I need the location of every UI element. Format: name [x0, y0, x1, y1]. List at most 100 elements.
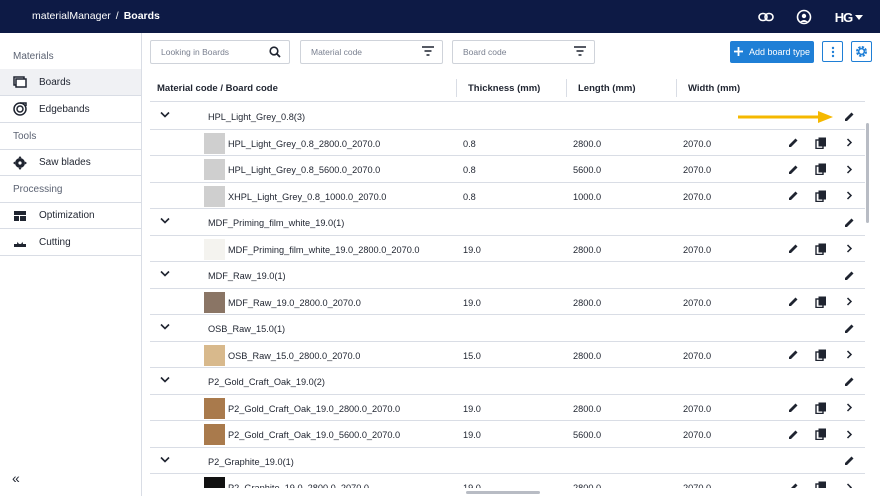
board-row[interactable]: P2_Gold_Craft_Oak_19.0_2800.0_2070.0 19.0… — [150, 395, 865, 421]
thickness-value: 19.0 — [463, 244, 481, 255]
edit-icon[interactable] — [786, 136, 800, 150]
chevron-down-icon[interactable] — [160, 322, 170, 332]
material-code-filter[interactable]: Material code — [300, 40, 443, 64]
horizontal-scroll-thumb[interactable] — [466, 491, 540, 494]
column-header-width[interactable]: Width (mm) — [688, 83, 740, 94]
edgeband-icon — [13, 102, 27, 116]
edit-icon[interactable] — [786, 427, 800, 441]
copy-icon[interactable] — [814, 427, 828, 441]
copy-icon[interactable] — [814, 295, 828, 309]
chevron-right-icon[interactable] — [842, 189, 856, 203]
more-options-button[interactable] — [822, 41, 843, 62]
horizontal-scrollbar[interactable] — [150, 488, 865, 496]
group-name: OSB_Raw_15.0(1) — [208, 324, 286, 334]
copy-icon[interactable] — [814, 189, 828, 203]
filter-icon[interactable] — [422, 46, 434, 58]
collapse-sidebar-button[interactable]: « — [12, 470, 20, 486]
board-code-filter[interactable]: Board code — [452, 40, 595, 64]
search-input[interactable]: Looking in Boards — [150, 40, 290, 64]
column-header-thickness[interactable]: Thickness (mm) — [468, 83, 540, 94]
group-name: MDF_Raw_19.0(1) — [208, 271, 286, 281]
thickness-value: 19.0 — [463, 403, 481, 414]
chevron-right-icon[interactable] — [842, 162, 856, 176]
group-row[interactable]: MDF_Priming_film_white_19.0(1) — [150, 209, 865, 236]
sidebar-item-label: Saw blades — [39, 157, 91, 168]
group-row[interactable]: P2_Graphite_19.0(1) — [150, 448, 865, 474]
breadcrumb-app[interactable]: materialManager — [32, 10, 111, 22]
board-row[interactable]: MDF_Priming_film_white_19.0_2800.0_2070.… — [150, 236, 865, 262]
board-row[interactable]: XHPL_Light_Grey_0.8_1000.0_2070.0 0.8 1000… — [150, 183, 865, 209]
sidebar-item-edgebands[interactable]: Edgebands — [0, 96, 141, 123]
edit-icon[interactable] — [786, 162, 800, 176]
board-row[interactable]: OSB_Raw_15.0_2800.0_2070.0 15.0 2800.0 2070… — [150, 342, 865, 368]
group-row[interactable]: P2_Gold_Craft_Oak_19.0(2) — [150, 368, 865, 395]
chevron-right-icon[interactable] — [842, 348, 856, 362]
group-row[interactable]: MDF_Raw_19.0(1) — [150, 262, 865, 289]
group-row[interactable]: OSB_Raw_15.0(1) — [150, 315, 865, 342]
chevron-down-icon[interactable] — [160, 455, 170, 465]
edit-icon[interactable] — [786, 189, 800, 203]
chevron-down-icon[interactable] — [160, 375, 170, 385]
account-menu[interactable]: HG — [832, 7, 866, 27]
chevron-right-icon[interactable] — [842, 480, 856, 488]
sidebar-item-boards[interactable]: Boards — [0, 69, 141, 96]
sidebar-item-saw-blades[interactable]: Saw blades — [0, 149, 141, 176]
length-value: 2800.0 — [573, 244, 602, 255]
group-name: P2_Graphite_19.0(1) — [208, 456, 294, 467]
edit-icon[interactable] — [786, 242, 800, 256]
chevron-down-icon[interactable] — [160, 269, 170, 279]
board-row[interactable]: P2_Gold_Craft_Oak_19.0_5600.0_2070.0 19.0… — [150, 421, 865, 448]
chevron-right-icon[interactable] — [842, 427, 856, 441]
board-thumbnail — [204, 477, 225, 488]
material-code-placeholder: Material code — [311, 47, 363, 57]
gear-icon — [855, 45, 868, 58]
column-header-length[interactable]: Length (mm) — [578, 83, 636, 94]
edit-icon[interactable] — [842, 109, 856, 123]
edit-icon[interactable] — [842, 215, 856, 229]
board-code: HPL_Light_Grey_0.8_5600.0_2070.0 — [228, 165, 381, 175]
edit-icon[interactable] — [786, 295, 800, 309]
settings-button[interactable] — [851, 41, 872, 62]
copy-icon[interactable] — [814, 401, 828, 415]
thickness-value: 19.0 — [463, 297, 481, 308]
edit-icon[interactable] — [842, 454, 856, 468]
chevron-down-icon[interactable] — [160, 216, 170, 226]
copy-icon[interactable] — [814, 136, 828, 150]
edit-icon[interactable] — [842, 268, 856, 282]
sidebar-item-cutting[interactable]: Cutting — [0, 229, 141, 256]
copy-icon[interactable] — [814, 480, 828, 488]
sidebar-item-label: Optimization — [39, 210, 95, 221]
copy-icon[interactable] — [814, 242, 828, 256]
edit-icon[interactable] — [786, 348, 800, 362]
link-icon[interactable] — [756, 7, 776, 27]
thickness-value: 19.0 — [463, 430, 481, 440]
edit-icon[interactable] — [842, 321, 856, 335]
add-board-type-button[interactable]: Add board type — [730, 41, 814, 63]
support-icon[interactable] — [794, 7, 814, 27]
chevron-down-icon[interactable] — [160, 110, 170, 120]
board-row[interactable]: P2_Graphite_19.0_2800.0_2070.0 19.0 2800.0… — [150, 474, 865, 488]
board-row[interactable]: HPL_Light_Grey_0.8_2800.0_2070.0 0.8 2800.… — [150, 130, 865, 156]
copy-icon[interactable] — [814, 162, 828, 176]
thickness-value: 0.8 — [463, 191, 476, 202]
vertical-scroll-thumb[interactable] — [866, 123, 869, 223]
board-row[interactable]: HPL_Light_Grey_0.8_5600.0_2070.0 0.8 5600.… — [150, 156, 865, 183]
sidebar-item-optimization[interactable]: Optimization — [0, 202, 141, 229]
chevron-right-icon[interactable] — [842, 401, 856, 415]
edit-icon[interactable] — [786, 401, 800, 415]
length-value: 1000.0 — [573, 191, 602, 202]
edit-icon[interactable] — [842, 374, 856, 388]
column-header-code[interactable]: Material code / Board code — [157, 83, 278, 94]
board-row[interactable]: MDF_Raw_19.0_2800.0_2070.0 19.0 2800.0 2070… — [150, 289, 865, 315]
width-value: 2070.0 — [683, 430, 712, 440]
length-value: 5600.0 — [573, 430, 602, 440]
edit-icon[interactable] — [786, 480, 800, 488]
copy-icon[interactable] — [814, 348, 828, 362]
chevron-right-icon[interactable] — [842, 136, 856, 150]
vertical-scrollbar[interactable] — [865, 103, 871, 488]
chevron-right-icon[interactable] — [842, 242, 856, 256]
width-value: 2070.0 — [683, 403, 712, 414]
chevron-right-icon[interactable] — [842, 295, 856, 309]
filter-icon[interactable] — [574, 46, 586, 58]
search-icon[interactable] — [269, 46, 281, 60]
